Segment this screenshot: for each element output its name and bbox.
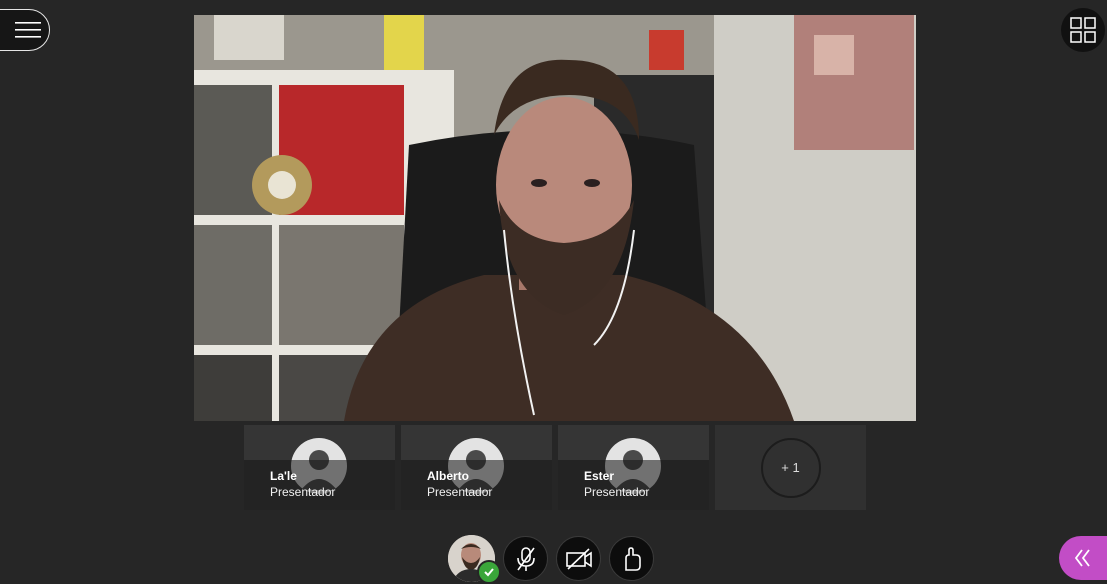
more-participants-tile[interactable]: + 1 <box>715 425 866 510</box>
participant-role: Presentador <box>427 485 493 499</box>
microphone-toggle-button[interactable] <box>503 536 548 581</box>
participant-name: Ester <box>584 469 615 483</box>
camera-toggle-button[interactable] <box>556 536 601 581</box>
main-video-feed <box>194 15 916 421</box>
participant-role: Presentador <box>584 485 650 499</box>
participant-tile[interactable]: Alberto Presentador <box>401 425 552 510</box>
double-chevron-left-icon <box>1074 549 1090 567</box>
participant-tile[interactable]: La'le Presentador <box>244 425 395 510</box>
session-controls <box>448 535 654 584</box>
grid-layout-icon <box>1070 17 1096 43</box>
participant-name: Alberto <box>427 469 469 483</box>
participant-name: La'le <box>270 469 297 483</box>
menu-button[interactable] <box>0 9 50 51</box>
participant-role: Presentador <box>270 485 336 499</box>
check-icon <box>477 560 501 584</box>
raise-hand-icon <box>624 546 641 571</box>
side-panel-toggle[interactable] <box>1059 536 1107 580</box>
more-participants-count: + 1 <box>760 437 821 498</box>
microphone-off-icon <box>516 546 535 571</box>
my-avatar-button[interactable] <box>448 535 501 584</box>
participant-strip: La'le Presentador Alberto Presentador Es… <box>244 425 866 510</box>
raise-hand-button[interactable] <box>609 536 654 581</box>
hamburger-icon <box>15 22 41 38</box>
camera-off-icon <box>565 547 592 570</box>
participant-tile[interactable]: Ester Presentador <box>558 425 709 510</box>
layout-toggle-button[interactable] <box>1061 8 1105 52</box>
video-scene <box>194 15 916 421</box>
